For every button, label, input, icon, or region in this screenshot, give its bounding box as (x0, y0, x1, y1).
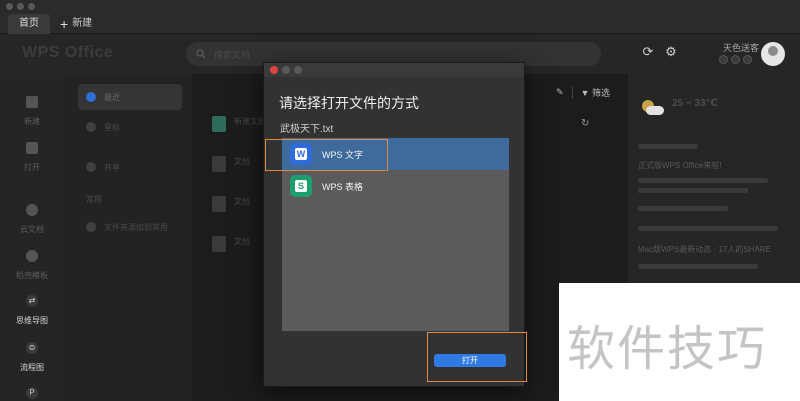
template-icon (26, 250, 38, 262)
document-icon (212, 236, 226, 252)
sidebar-item-open[interactable]: 打开 (0, 142, 64, 175)
nav-item-starred[interactable]: 星标 (78, 114, 182, 140)
plus-icon: + (60, 16, 69, 32)
file-name: 文档 (234, 157, 250, 166)
nav-item-recent[interactable]: 最近 (78, 84, 182, 110)
filter-icon: ▼ (580, 88, 590, 98)
filter-button[interactable]: ▼ 筛选 (581, 86, 610, 99)
user-name: 天色送客 (723, 43, 760, 53)
placeholder-line (638, 188, 748, 193)
mindmap-icon: ⇄ (26, 295, 38, 307)
status-dot-icon (719, 55, 728, 64)
status-dots (719, 55, 752, 64)
app-logo: WPS Office (22, 44, 114, 61)
secondary-nav: 最近 星标 共享 常用 文件夹添加到常用 (64, 74, 192, 401)
dialog-titlebar (264, 63, 524, 77)
placeholder-line (638, 206, 728, 211)
file-name: 文档 (234, 197, 250, 206)
sidebar-item-mindmap[interactable]: ⇄ 思维导图 (0, 295, 64, 328)
cloud-icon (26, 204, 38, 216)
sidebar-item-new[interactable]: 新建 (0, 96, 64, 129)
sidebar-item-label: 云文档 (20, 225, 44, 234)
document-icon (212, 156, 226, 172)
dialog-zoom-icon (294, 66, 302, 74)
tab-new[interactable]: + 新建 (60, 14, 92, 34)
refresh-icon[interactable]: ↻ (581, 118, 589, 129)
document-icon (212, 116, 226, 132)
tab-bar: 首页 + 新建 (0, 12, 800, 34)
star-icon (86, 122, 96, 132)
news-title-2[interactable]: Mac版WPS最新动态 · 17人的SHARE (638, 244, 771, 255)
sync-icon[interactable]: ⟳ (641, 45, 655, 59)
file-name: 文档 (234, 237, 250, 246)
placeholder-line (638, 178, 768, 183)
gear-icon[interactable]: ⚙ (664, 45, 678, 59)
list-item[interactable]: 文档 (212, 196, 250, 212)
sidebar-item-more[interactable]: P (0, 387, 64, 401)
filter-toolbar: ✎ ▼ 筛选 (556, 86, 610, 99)
nav-item-shared[interactable]: 共享 (78, 154, 182, 180)
sidebar-item-label: 新建 (24, 117, 40, 126)
dialog-close-icon[interactable] (270, 66, 278, 74)
sidebar-item-flowchart[interactable]: ⊜ 流程图 (0, 342, 64, 375)
search-placeholder: 搜索文档 (214, 49, 251, 60)
sidebar: 新建 打开 云文档 稻壳模板 ⇄ 思维导图 ⊜ 流程图 P (0, 74, 64, 401)
nav-item-label: 星标 (104, 122, 120, 132)
flowchart-icon: ⊜ (26, 342, 38, 354)
hint-label: 文件夹添加到常用 (104, 222, 168, 232)
section-label: 常用 (86, 194, 102, 204)
sidebar-item-template[interactable]: 稻壳模板 (0, 250, 64, 283)
info-icon (86, 222, 96, 232)
sidebar-item-label: 流程图 (20, 363, 44, 372)
dialog-minimize-icon (282, 66, 290, 74)
status-dot-icon (731, 55, 740, 64)
dialog-title: 请选择打开文件的方式 (279, 95, 419, 111)
nav-hint: 文件夹添加到常用 (78, 214, 182, 240)
placeholder-line (638, 144, 698, 149)
watermark-text: 软件技巧 (567, 321, 768, 377)
share-icon (86, 162, 96, 172)
more-icon: P (26, 387, 38, 399)
highlight-box-open (427, 332, 527, 382)
close-window-icon[interactable] (6, 3, 13, 10)
file-name: 新建文档 (234, 117, 266, 126)
sidebar-item-label: 思维导图 (16, 316, 48, 325)
document-icon (212, 196, 226, 212)
list-item[interactable]: 文档 (212, 236, 250, 252)
sidebar-item-label: 稻壳模板 (16, 271, 48, 280)
nav-item-label: 共享 (104, 162, 120, 172)
wps-spreadsheet-icon: S (290, 175, 312, 197)
window-titlebar (0, 0, 800, 12)
placeholder-line (638, 264, 758, 269)
app-option-label: WPS 表格 (322, 181, 364, 192)
watermark-panel: 软件技巧 (559, 283, 800, 401)
filter-label: 筛选 (591, 88, 610, 98)
app-option-wps-spreadsheet[interactable]: S WPS 表格 (282, 170, 509, 202)
avatar[interactable] (761, 42, 785, 66)
weather-temp: 25 ~ 33℃ (672, 98, 718, 109)
clock-icon (86, 92, 96, 102)
tab-new-label: 新建 (72, 18, 93, 29)
dialog-file-name: 武极天下.txt (280, 124, 334, 135)
new-icon (26, 96, 38, 108)
list-item[interactable]: 文档 (212, 156, 250, 172)
open-icon (26, 142, 38, 154)
status-dot-icon (743, 55, 752, 64)
cloud-weather-icon (646, 106, 664, 115)
search-icon (196, 49, 206, 59)
highlight-box-app (265, 139, 388, 171)
placeholder-line (638, 226, 778, 231)
tab-home[interactable]: 首页 (8, 14, 50, 34)
sidebar-item-label: 打开 (24, 163, 40, 172)
nav-item-label: 最近 (104, 92, 120, 102)
nav-section-title: 常用 (78, 186, 182, 212)
list-item[interactable]: 新建文档 (212, 116, 266, 132)
news-title[interactable]: 正式版WPS Office来啦! (638, 160, 721, 171)
divider (571, 86, 573, 99)
minimize-window-icon[interactable] (17, 3, 24, 10)
zoom-window-icon[interactable] (28, 3, 35, 10)
sidebar-item-cloud[interactable]: 云文档 (0, 204, 64, 237)
pin-icon[interactable]: ✎ (556, 87, 564, 98)
